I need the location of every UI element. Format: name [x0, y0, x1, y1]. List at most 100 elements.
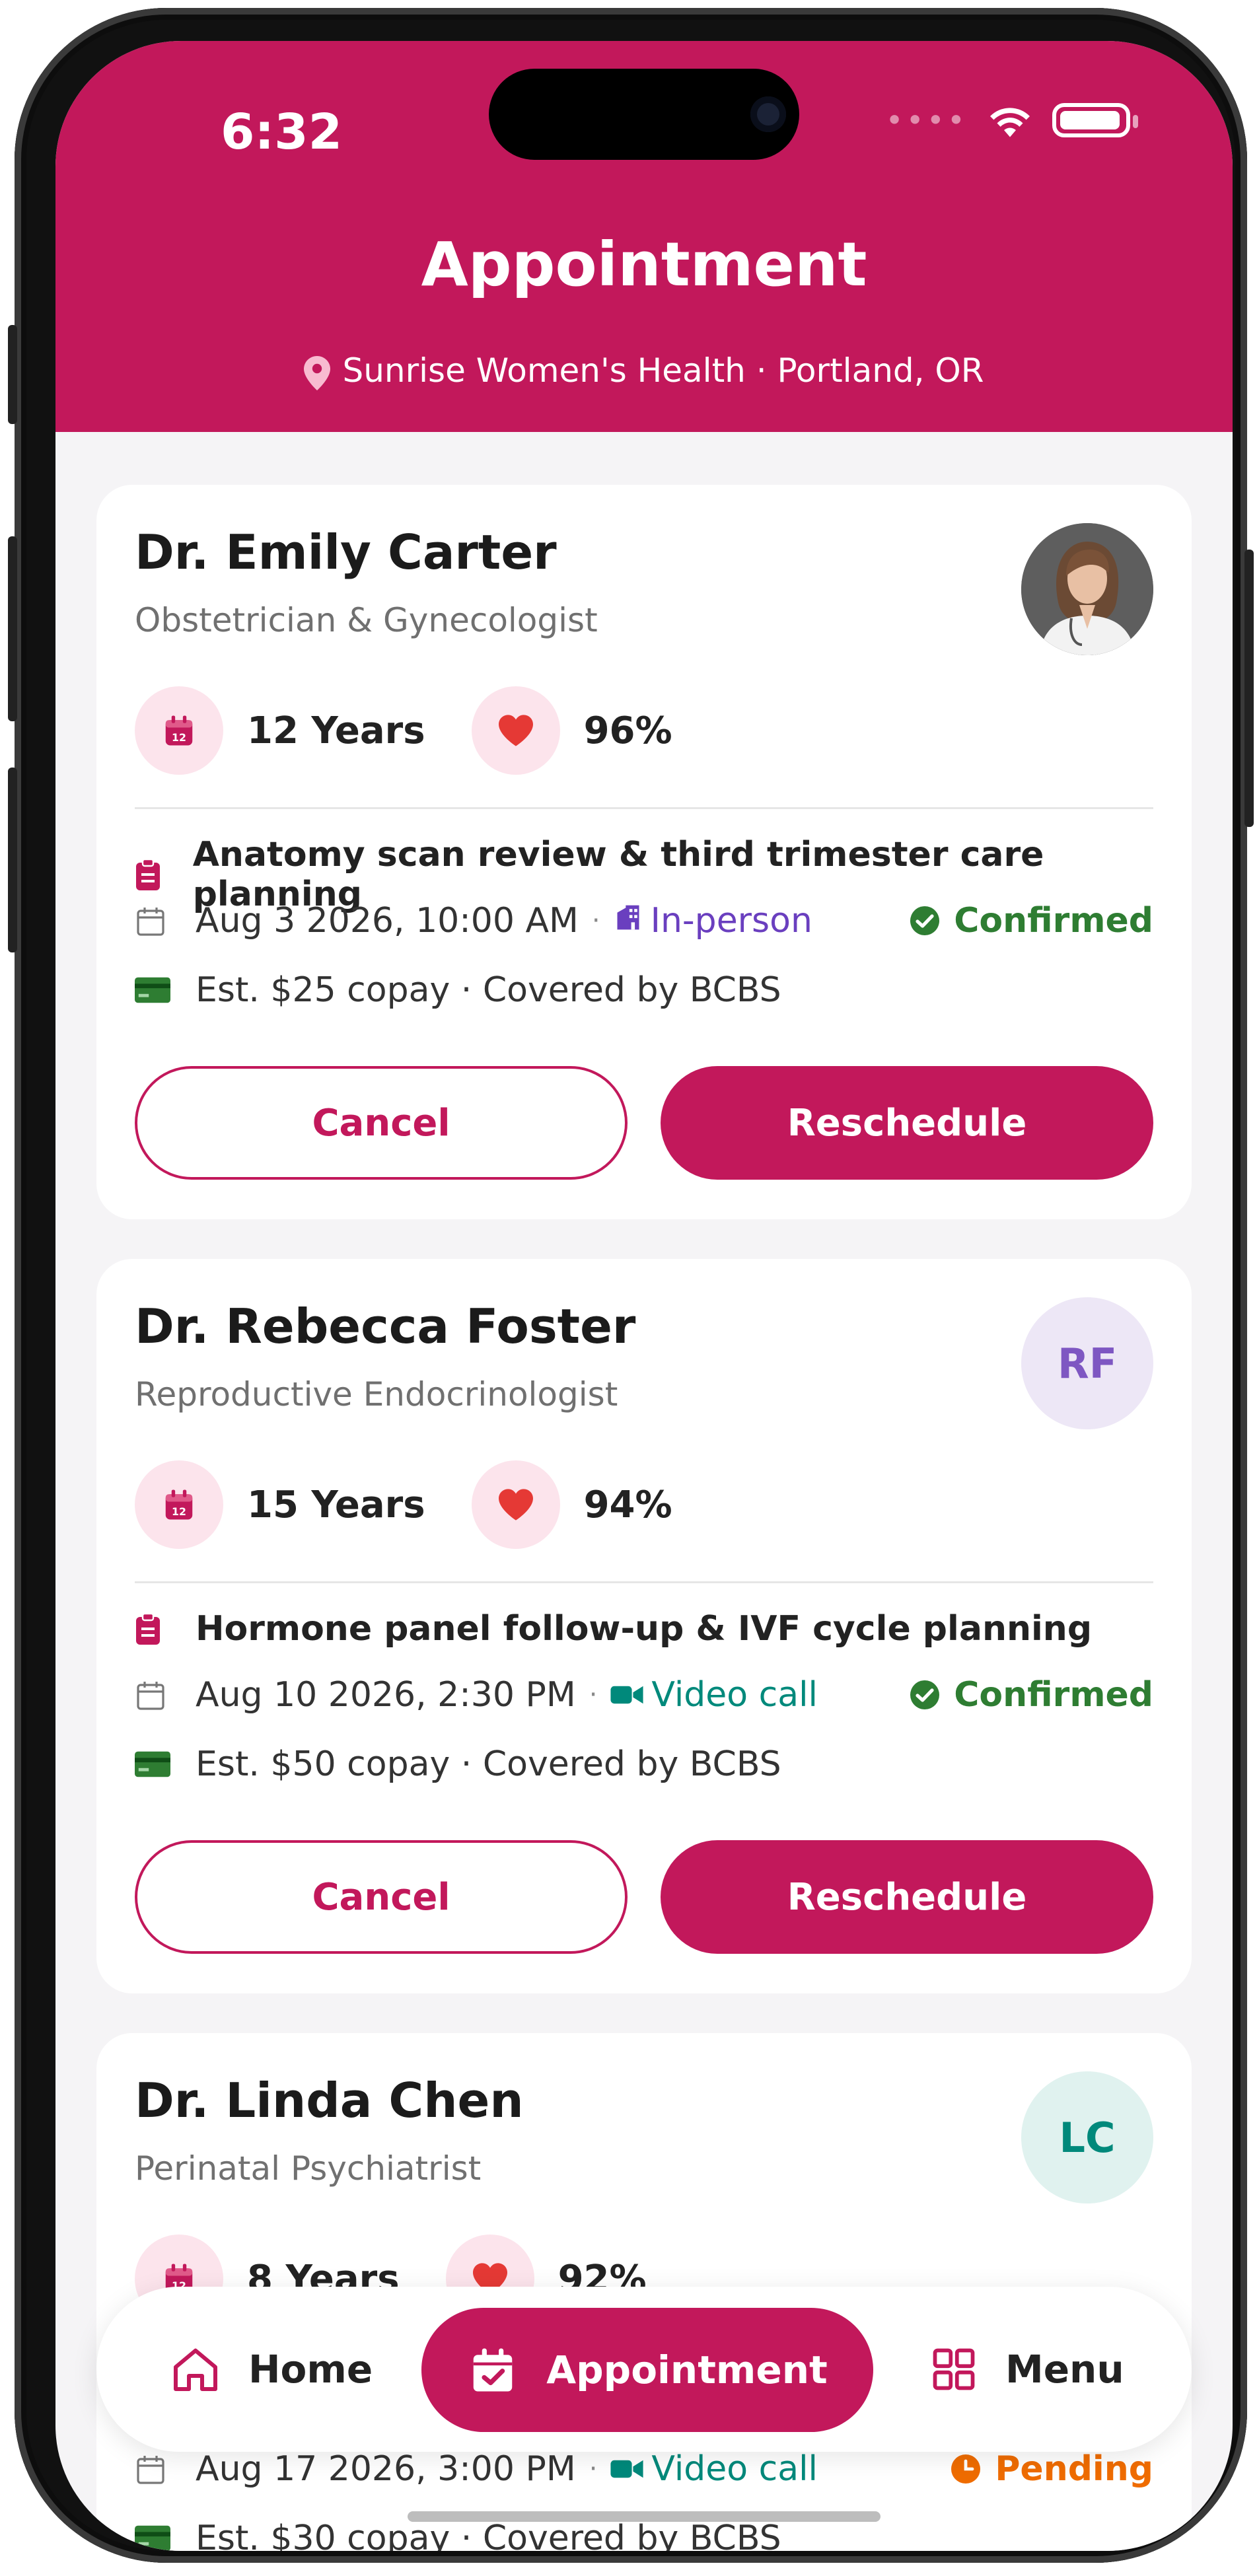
- copay-row: Est. $25 copay · Covered by BCBS: [135, 970, 1153, 1010]
- nav-appointment-label: Appointment: [546, 2347, 828, 2392]
- signal-dots-icon: ••••: [885, 102, 968, 138]
- experience-stat: 12 15 Years: [135, 1460, 425, 1549]
- appointment-purpose: Hormone panel follow-up & IVF cycle plan…: [196, 1609, 1093, 1649]
- reschedule-button[interactable]: Reschedule: [661, 1840, 1153, 1954]
- copay-info: Est. $30 copay · Covered by BCBS: [196, 2519, 781, 2551]
- appointment-mode: Video call: [651, 1675, 818, 1715]
- cancel-button[interactable]: Cancel: [135, 1840, 628, 1954]
- battery-icon: [1052, 103, 1138, 137]
- nav-menu-label: Menu: [1005, 2347, 1124, 2392]
- calendar-icon: [135, 904, 176, 937]
- separator-dot: ·: [591, 906, 600, 936]
- appointment-mode: In-person: [650, 901, 812, 941]
- app-header: 6:32 •••• Appointment Sunrise Women's He…: [55, 41, 1233, 432]
- video-icon: [610, 2449, 643, 2489]
- nav-home[interactable]: Home: [169, 2287, 373, 2452]
- doctor-specialty: Perinatal Psychiatrist: [135, 2149, 482, 2188]
- status-badge: Confirmed: [909, 1675, 1153, 1715]
- credit-card-icon: [135, 1751, 176, 1777]
- datetime-row: Aug 10 2026, 2:30 PM · Video call Confir…: [135, 1675, 1153, 1715]
- doctor-name: Dr. Rebecca Foster: [135, 1299, 636, 1354]
- status-text: Confirmed: [954, 901, 1153, 941]
- appointment-datetime: Aug 10 2026, 2:30 PM: [196, 1675, 576, 1715]
- doctor-stats: 12 12 Years 96%: [135, 686, 719, 775]
- experience-value: 15 Years: [247, 1483, 425, 1526]
- purpose-row: Hormone panel follow-up & IVF cycle plan…: [135, 1609, 1153, 1649]
- location-text: Sunrise Women's Health · Portland, OR: [342, 351, 984, 390]
- divider: [135, 807, 1153, 809]
- check-circle-icon: [909, 905, 941, 937]
- rating-stat: 94%: [471, 1460, 672, 1549]
- home-indicator[interactable]: [408, 2511, 881, 2522]
- clinic-location: Sunrise Women's Health · Portland, OR: [55, 351, 1233, 390]
- doctor-stats: 12 15 Years 94%: [135, 1460, 719, 1549]
- appointment-card: Dr. Rebecca Foster Reproductive Endocrin…: [96, 1259, 1192, 1993]
- doctor-name: Dr. Emily Carter: [135, 524, 557, 580]
- power-button: [1244, 550, 1254, 827]
- home-icon: [174, 2348, 217, 2391]
- svg-text:12: 12: [172, 731, 186, 744]
- bottom-nav: Home Appointment Menu: [96, 2287, 1192, 2452]
- rating-value: 96%: [583, 709, 672, 752]
- status-badge: Pending: [950, 2449, 1153, 2489]
- copay-info: Est. $25 copay · Covered by BCBS: [196, 970, 781, 1010]
- datetime-row: Aug 17 2026, 3:00 PM · Video call Pendin…: [135, 2449, 1153, 2489]
- location-pin-icon: [304, 355, 331, 390]
- heart-icon: [471, 1460, 560, 1549]
- copay-info: Est. $50 copay · Covered by BCBS: [196, 1744, 781, 1784]
- doctor-avatar[interactable]: RF: [1021, 1297, 1153, 1429]
- status-text: Pending: [995, 2449, 1153, 2489]
- clipboard-icon: [135, 1612, 176, 1645]
- nav-appointment[interactable]: Appointment: [421, 2308, 873, 2432]
- appointment-datetime: Aug 3 2026, 10:00 AM: [196, 901, 579, 941]
- appointment-card: Dr. Emily Carter Obstetrician & Gynecolo…: [96, 485, 1192, 1219]
- svg-text:12: 12: [172, 1505, 186, 1518]
- datetime-row: Aug 3 2026, 10:00 AM · In-person Confirm…: [135, 901, 1153, 941]
- grid-icon: [933, 2348, 975, 2390]
- calendar-badge-icon: 12: [135, 1460, 223, 1549]
- calendar-check-icon: [474, 2348, 513, 2392]
- calendar-icon: [135, 1678, 176, 1711]
- doctor-avatar[interactable]: [1021, 523, 1153, 655]
- separator-dot: ·: [589, 1680, 598, 1710]
- doctor-photo: [1021, 523, 1153, 655]
- camera-icon: [750, 96, 786, 132]
- doctor-specialty: Reproductive Endocrinologist: [135, 1375, 618, 1413]
- experience-value: 12 Years: [247, 709, 425, 752]
- calendar-badge-icon: 12: [135, 686, 223, 775]
- phone-frame: 6:32 •••• Appointment Sunrise Women's He…: [8, 8, 1254, 2563]
- nav-menu[interactable]: Menu: [929, 2287, 1124, 2452]
- page-title: Appointment: [421, 229, 867, 300]
- experience-stat: 12 12 Years: [135, 686, 425, 775]
- rating-stat: 96%: [471, 686, 672, 775]
- status-time: 6:32: [221, 104, 343, 161]
- clock-icon: [950, 2453, 982, 2485]
- volume-up-button: [8, 536, 17, 721]
- appointment-mode: Video call: [651, 2449, 818, 2489]
- credit-card-icon: [135, 977, 176, 1003]
- video-icon: [610, 1675, 643, 1715]
- doctor-specialty: Obstetrician & Gynecologist: [135, 601, 598, 639]
- check-circle-icon: [909, 1679, 941, 1711]
- reschedule-button[interactable]: Reschedule: [661, 1066, 1153, 1180]
- calendar-icon: [135, 2452, 176, 2486]
- divider: [135, 1581, 1153, 1583]
- doctor-avatar[interactable]: LC: [1021, 2071, 1153, 2203]
- appointment-datetime: Aug 17 2026, 3:00 PM: [196, 2449, 576, 2489]
- volume-down-button: [8, 768, 17, 952]
- doctor-name: Dr. Linda Chen: [135, 2073, 524, 2128]
- credit-card-icon: [135, 2525, 176, 2551]
- rating-value: 94%: [583, 1483, 672, 1526]
- building-icon: [614, 901, 643, 941]
- copay-row: Est. $50 copay · Covered by BCBS: [135, 1744, 1153, 1784]
- wifi-icon: [990, 108, 1030, 137]
- status-text: Confirmed: [954, 1675, 1153, 1715]
- action-button: [8, 325, 17, 424]
- heart-icon: [471, 686, 560, 775]
- status-badge: Confirmed: [909, 901, 1153, 941]
- copay-row: Est. $30 copay · Covered by BCBS: [135, 2519, 1153, 2551]
- screen: 6:32 •••• Appointment Sunrise Women's He…: [55, 41, 1233, 2551]
- separator-dot: ·: [589, 2454, 598, 2484]
- cancel-button[interactable]: Cancel: [135, 1066, 628, 1180]
- status-icons: ••••: [885, 102, 1138, 139]
